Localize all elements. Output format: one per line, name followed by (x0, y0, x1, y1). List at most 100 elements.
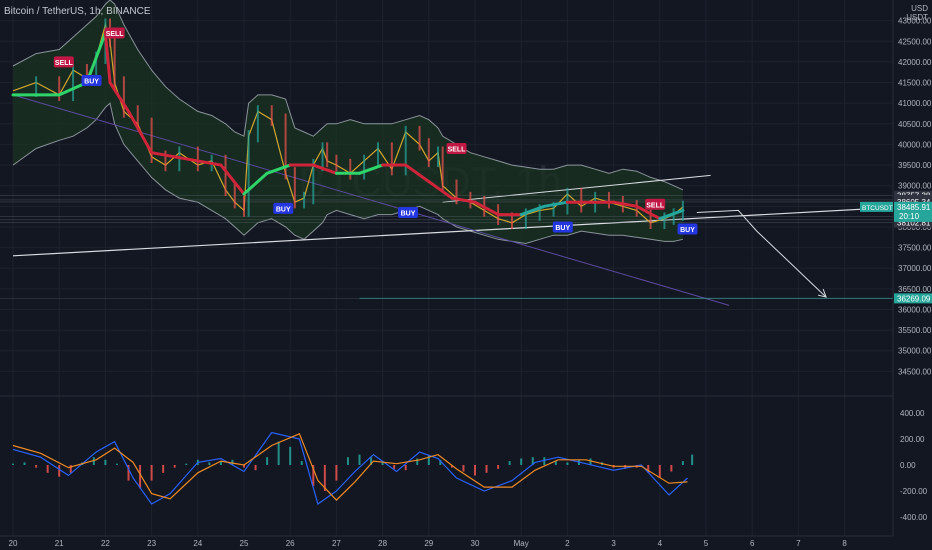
sell-signal[interactable]: SELL (645, 198, 666, 210)
price-tick-label: 42000.00 (898, 58, 932, 67)
macd-histogram-bar (289, 446, 292, 465)
time-tick-label: 5 (704, 539, 709, 548)
price-tick-label: 39000.00 (898, 182, 932, 191)
time-tick-label: 7 (796, 539, 801, 548)
macd-histogram-bar (208, 462, 211, 465)
macd-histogram-bar (254, 465, 257, 471)
macd-tick-label: -400.00 (900, 513, 928, 522)
time-tick-label: May (514, 539, 529, 548)
macd-histogram-bar (139, 465, 142, 489)
time-tick-label: 4 (658, 539, 663, 548)
trading-chart[interactable]: BTCUSDT, 1h SELLSELLBUYBUYBUYSELLBUYSELL… (0, 0, 932, 550)
signal-text: SELL (106, 31, 125, 38)
signal-text: BUY (84, 78, 99, 85)
macd-histogram-bar (393, 465, 396, 469)
sell-signal[interactable]: SELL (104, 27, 125, 39)
signal-text: SELL (448, 147, 467, 154)
macd-histogram-bar (277, 441, 280, 465)
macd-histogram-bar (508, 461, 511, 465)
price-tick-label: 36500.00 (898, 285, 932, 294)
macd-histogram-bar (520, 458, 523, 465)
macd-histogram-bar (462, 465, 465, 472)
macd-histogram-bar (23, 462, 26, 465)
currency-label: USD USDT (904, 4, 928, 22)
time-tick-label: 27 (332, 539, 341, 548)
current-price-label: 38485.91 (897, 203, 931, 212)
time-tick-label: 23 (147, 539, 156, 548)
macd-histogram-bar (162, 465, 165, 473)
macd-histogram-bar (497, 465, 500, 469)
macd-histogram-bar (104, 459, 107, 465)
macd-histogram-bar (404, 465, 407, 471)
price-tick-label: 35500.00 (898, 326, 932, 335)
macd-histogram-bar (335, 465, 338, 481)
macd-histogram-bar (58, 465, 61, 477)
time-tick-label: 29 (424, 539, 433, 548)
macd-tick-label: 200.00 (900, 435, 925, 444)
price-tick-label: 42500.00 (898, 37, 932, 46)
time-axis[interactable]: 20 21 22 23 24 25 26 27 28 29 30 May 2 3 4 5 6 7 8 (0, 535, 893, 550)
macd-histogram-bar (474, 465, 476, 476)
signal-text: SELL (646, 202, 665, 209)
time-tick-label: 24 (193, 539, 202, 548)
price-label: 36269.09 (897, 294, 931, 303)
macd-histogram-bar (300, 461, 303, 465)
price-tick-label: 37000.00 (898, 264, 932, 273)
macd-histogram-bar (658, 465, 661, 478)
macd-histogram-bar (566, 462, 569, 465)
macd-histogram-bar (12, 463, 14, 465)
macd-tick-label: 400.00 (900, 409, 925, 418)
time-tick-label: 28 (378, 539, 387, 548)
price-tick-label: 40500.00 (898, 120, 932, 129)
signal-text: BUY (680, 227, 695, 234)
sell-signal[interactable]: SELL (446, 143, 467, 155)
signal-text: SELL (55, 60, 74, 67)
time-axis-background (0, 536, 893, 550)
signal-text: BUY (276, 206, 291, 213)
time-tick-label: 2 (565, 539, 570, 548)
macd-histogram-bar (185, 463, 188, 465)
buy-signal[interactable]: BUY (273, 202, 294, 214)
time-tick-label: 25 (240, 539, 249, 548)
macd-histogram-bar (35, 465, 38, 468)
macd-histogram-bar (358, 454, 361, 465)
price-tick-label: 34500.00 (898, 367, 932, 376)
macd-histogram-bar (150, 465, 153, 481)
macd-histogram-bar (691, 454, 694, 465)
time-tick-label: 8 (842, 539, 847, 548)
price-tick-label: 37500.00 (898, 244, 932, 253)
bar-countdown: 20:10 (899, 212, 920, 221)
time-tick-label: 26 (286, 539, 295, 548)
macd-histogram-bar (346, 457, 349, 465)
price-tick-label: 41000.00 (898, 99, 932, 108)
buy-signal[interactable]: BUY (552, 221, 573, 233)
macd-histogram-bar (266, 457, 269, 465)
macd-histogram-bar (681, 461, 684, 465)
signal-text: BUY (555, 225, 570, 232)
macd-histogram-bar (46, 465, 49, 473)
symbol-tag: BTCUSDT (862, 205, 893, 212)
price-tick-label: 39500.00 (898, 161, 932, 170)
price-tick-label: 41500.00 (898, 79, 932, 88)
currency-line-2: USDT (906, 13, 928, 22)
time-tick-label: 3 (611, 539, 616, 548)
time-tick-label: 30 (471, 539, 480, 548)
buy-signal[interactable]: BUY (677, 223, 698, 235)
time-tick-label: 20 (9, 539, 18, 548)
price-tick-label: 40000.00 (898, 140, 932, 149)
macd-histogram-bar (115, 463, 118, 465)
time-tick-label: 22 (101, 539, 110, 548)
time-tick-label: 6 (750, 539, 755, 548)
macd-histogram-bar (173, 465, 176, 468)
buy-signal[interactable]: BUY (398, 207, 419, 219)
macd-tick-label: 0.00 (900, 461, 916, 470)
price-tick-label: 36000.00 (898, 305, 932, 314)
currency-line-1: USD (911, 4, 928, 13)
time-tick-label: 21 (55, 539, 64, 548)
price-tick-label: 35000.00 (898, 347, 932, 356)
chart-title: Bitcoin / TetherUS, 1h, BINANCE (4, 6, 151, 17)
macd-histogram-bar (670, 465, 673, 472)
sell-signal[interactable]: SELL (53, 56, 74, 68)
macd-tick-label: -200.00 (900, 487, 928, 496)
buy-signal[interactable]: BUY (81, 74, 102, 86)
